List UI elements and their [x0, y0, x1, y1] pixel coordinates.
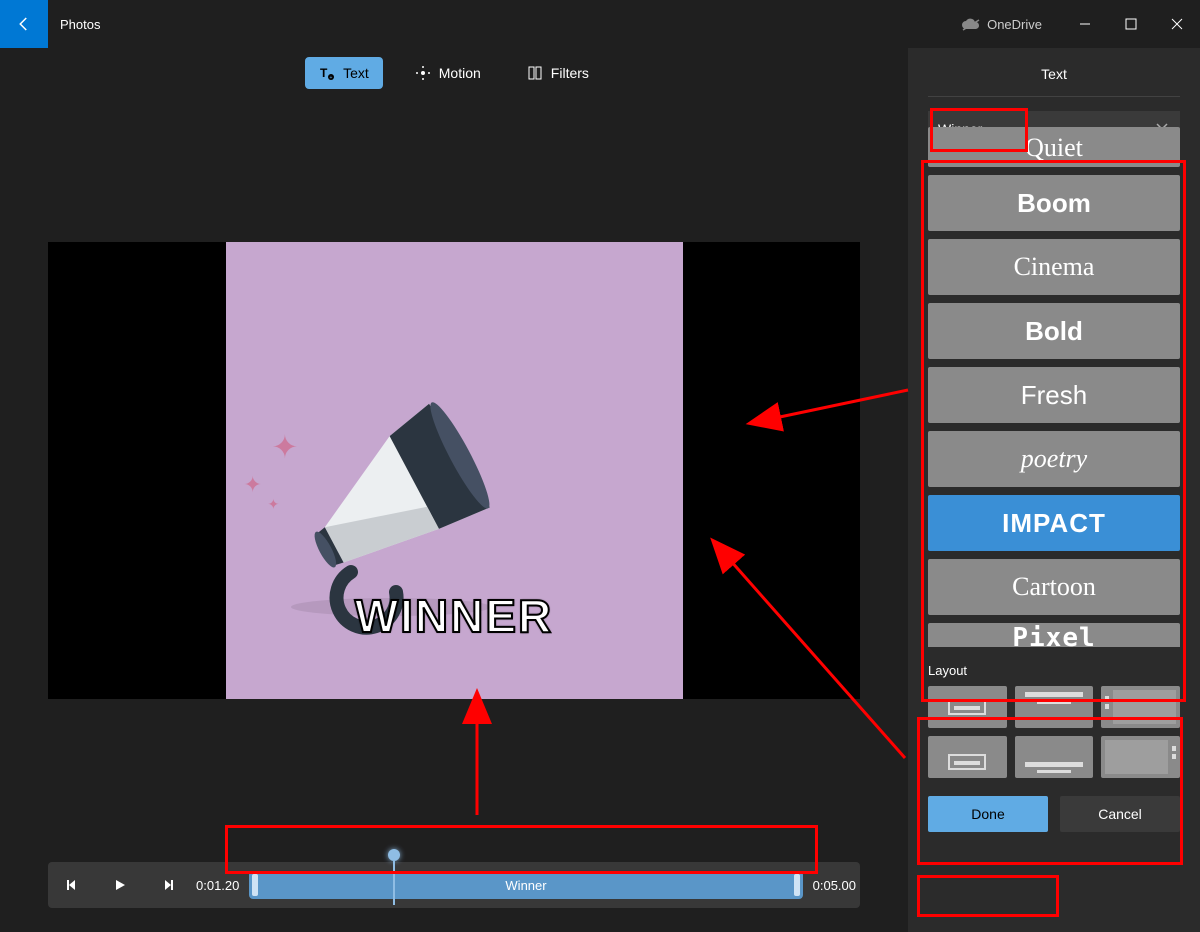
cancel-button[interactable]: Cancel: [1060, 796, 1180, 832]
layout-top-lines[interactable]: [1015, 686, 1094, 728]
app-title: Photos: [60, 17, 100, 32]
style-cinema[interactable]: Cinema: [928, 239, 1180, 295]
text-icon: T+: [319, 65, 335, 81]
panel-title: Text: [908, 48, 1200, 96]
tool-tabs: T+ Text Motion Filters: [0, 48, 908, 98]
prev-frame-button[interactable]: [48, 878, 96, 892]
cloud-icon: [961, 18, 979, 30]
divider: [928, 96, 1180, 97]
style-bold[interactable]: Bold: [928, 303, 1180, 359]
layout-bottom-lines[interactable]: [1015, 736, 1094, 778]
clip-label: Winner: [505, 878, 546, 893]
text-styles-list[interactable]: Quiet Boom Cinema Bold Fresh poetry IMPA…: [928, 127, 1180, 647]
tab-filters[interactable]: Filters: [513, 57, 603, 89]
playhead[interactable]: [388, 849, 400, 861]
text-panel: Text Quiet Boom Cinema Bold Fresh poetry…: [908, 48, 1200, 932]
onedrive-label: OneDrive: [987, 17, 1042, 32]
layout-grid: [928, 686, 1180, 778]
filters-icon: [527, 65, 543, 81]
play-button[interactable]: [96, 878, 144, 892]
current-time: 0:01.20: [196, 878, 239, 893]
video-preview[interactable]: ✦ ✦ ✦: [48, 242, 860, 699]
preview-frame: ✦ ✦ ✦: [226, 242, 683, 699]
back-button[interactable]: [0, 0, 48, 48]
range-start-handle[interactable]: [252, 874, 258, 896]
next-frame-button[interactable]: [144, 878, 192, 892]
title-bar: Photos OneDrive: [0, 0, 1200, 48]
layout-left-sidebar[interactable]: [1101, 686, 1180, 728]
style-impact[interactable]: IMPACT: [928, 495, 1180, 551]
onedrive-status[interactable]: OneDrive: [961, 17, 1042, 32]
style-cartoon[interactable]: Cartoon: [928, 559, 1180, 615]
total-time: 0:05.00: [813, 878, 856, 893]
motion-icon: [415, 65, 431, 81]
maximize-button[interactable]: [1108, 8, 1154, 40]
close-button[interactable]: [1154, 8, 1200, 40]
svg-text:+: +: [330, 75, 333, 81]
style-fresh[interactable]: Fresh: [928, 367, 1180, 423]
style-boom[interactable]: Boom: [928, 175, 1180, 231]
layout-center-box[interactable]: [928, 686, 1007, 728]
tab-filters-label: Filters: [551, 65, 589, 81]
done-button[interactable]: Done: [928, 796, 1048, 832]
style-pixel[interactable]: Pixel: [928, 623, 1180, 647]
tab-motion-label: Motion: [439, 65, 481, 81]
tab-motion[interactable]: Motion: [401, 57, 495, 89]
tab-text-label: Text: [343, 65, 369, 81]
timeline-range[interactable]: Winner: [249, 871, 802, 899]
layout-label: Layout: [928, 663, 1180, 678]
layout-right-sidebar[interactable]: [1101, 736, 1180, 778]
tab-text[interactable]: T+ Text: [305, 57, 383, 89]
range-end-handle[interactable]: [794, 874, 800, 896]
svg-text:T: T: [320, 66, 328, 80]
style-quiet[interactable]: Quiet: [928, 127, 1180, 167]
style-poetry[interactable]: poetry: [928, 431, 1180, 487]
minimize-button[interactable]: [1062, 8, 1108, 40]
text-overlay[interactable]: WINNER: [355, 589, 554, 643]
timeline: 0:01.20 Winner 0:05.00: [48, 862, 860, 908]
layout-bottom-box[interactable]: [928, 736, 1007, 778]
